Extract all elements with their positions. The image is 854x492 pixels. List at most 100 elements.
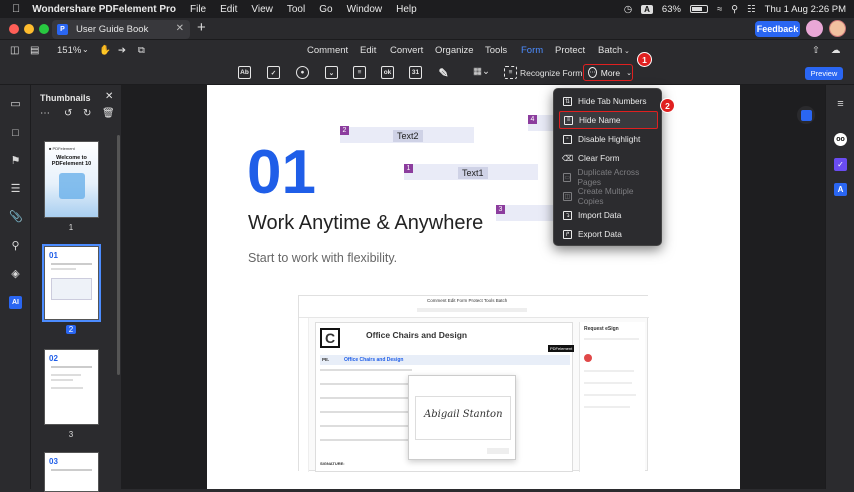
menu-tool[interactable]: Tool	[287, 4, 305, 15]
close-tab-icon[interactable]: ✕	[176, 23, 184, 34]
menu-duplicate-across-pages[interactable]: ▭ Duplicate Across Pages	[559, 167, 658, 187]
menu-export-data[interactable]: ↱ Export Data	[559, 225, 658, 243]
comments-icon[interactable]: □	[9, 127, 22, 140]
menu-create-multiple-copies[interactable]: ◫ Create Multiple Copies	[559, 186, 658, 206]
tab-organize[interactable]: Organize	[435, 45, 474, 56]
thumb-image	[51, 278, 92, 300]
tab-form[interactable]: Form	[521, 45, 543, 56]
radio-button-icon[interactable]: ●	[296, 66, 309, 79]
menu-clock[interactable]: Thu 1 Aug 2:26 PM	[765, 4, 846, 15]
apple-icon[interactable]: 	[12, 3, 20, 15]
mini-side-line	[584, 406, 630, 408]
zoom-dropdown-icon[interactable]: ⌄	[82, 45, 89, 54]
search-icon[interactable]: ⚲	[9, 240, 22, 253]
menu-hide-name-label: Hide Name	[579, 115, 621, 125]
menu-hide-name[interactable]: ≡ Hide Name	[559, 111, 658, 129]
more-button[interactable]: ⋯ More ⌄	[583, 64, 633, 81]
control-center-icon[interactable]: ☷	[747, 4, 756, 15]
thumbnails-scrollbar[interactable]	[117, 135, 120, 375]
pan-hand-icon[interactable]: ✋	[99, 45, 111, 56]
new-tab-icon[interactable]: +	[197, 19, 206, 36]
document-tab[interactable]: P User Guide Book ✕	[52, 20, 190, 39]
form-field-3[interactable]	[496, 205, 556, 221]
chat-ai-icon[interactable]: oo	[834, 133, 847, 146]
close-panel-icon[interactable]: ✕	[105, 91, 113, 102]
button-field-icon[interactable]: ok	[381, 66, 394, 79]
bookmark-icon[interactable]: ⚑	[9, 155, 22, 168]
mini-tabs: Comment Edit Form Protect Tools Batch	[427, 298, 508, 303]
zoom-level[interactable]: 151%	[57, 45, 81, 56]
more-options-icon[interactable]: ⋯	[40, 108, 50, 119]
tab-comment[interactable]: Comment	[307, 45, 348, 56]
date-field-icon[interactable]: 31	[409, 66, 422, 79]
menu-edit[interactable]: Edit	[220, 4, 237, 15]
page-thumbnail-1[interactable]: ■ PDFelement Welcome to PDFelement 10	[44, 141, 99, 218]
app-name-menu[interactable]: Wondershare PDFelement Pro	[32, 4, 176, 15]
combo-box-icon[interactable]: ⌄	[325, 66, 338, 79]
mini-row	[320, 439, 412, 441]
recognize-form-button[interactable]: Recognize Form	[520, 68, 582, 78]
preview-button[interactable]: Preview	[805, 67, 843, 80]
cloud-upload-icon[interactable]: ☁	[831, 45, 841, 56]
menu-hide-tab-numbers[interactable]: ⇅ Hide Tab Numbers	[559, 92, 658, 110]
rotate-left-icon[interactable]: ↺	[64, 108, 72, 119]
tab-batch[interactable]: Batch	[598, 45, 622, 56]
mini-left-rail	[299, 318, 309, 472]
time-machine-icon[interactable]: ◷	[624, 4, 632, 15]
translate-icon[interactable]: A	[834, 183, 847, 196]
mini-side-line	[584, 394, 636, 396]
battery-icon[interactable]	[689, 5, 708, 13]
menu-help[interactable]: Help	[396, 4, 417, 15]
ai-icon[interactable]: AI	[9, 296, 22, 309]
menu-disable-highlight[interactable]: ▫ Disable Highlight	[559, 130, 658, 148]
copy-area-icon[interactable]: ⧉	[138, 45, 145, 56]
user-avatar[interactable]	[806, 20, 823, 37]
align-icon[interactable]: ▦⌄	[473, 66, 490, 77]
page-thumbnail-2[interactable]: 01	[42, 244, 101, 322]
recognize-form-icon[interactable]: ≡	[504, 66, 517, 79]
ai-assistant-icon[interactable]	[797, 106, 815, 124]
menu-window[interactable]: Window	[347, 4, 383, 15]
batch-dropdown-icon[interactable]: ⌄	[624, 47, 630, 55]
close-window-icon[interactable]	[9, 24, 19, 34]
page-thumbnail-4[interactable]: 03	[44, 452, 99, 492]
thumb-logo: ■ PDFelement	[49, 146, 75, 151]
properties-sliders-icon[interactable]: ≡	[834, 98, 847, 111]
signature-field-icon[interactable]: ✎	[437, 66, 450, 80]
stack-layers-icon[interactable]: ◈	[9, 268, 22, 281]
ai-check-icon[interactable]: ✓	[834, 158, 847, 171]
list-box-icon[interactable]: ≡	[353, 66, 366, 79]
menu-file[interactable]: File	[190, 4, 206, 15]
tab-tools[interactable]: Tools	[485, 45, 507, 56]
name-icon: ≡	[564, 115, 573, 125]
account-avatar[interactable]	[829, 20, 846, 37]
zoom-window-icon[interactable]	[39, 24, 49, 34]
checkbox-icon[interactable]: ✓	[267, 66, 280, 79]
minimize-window-icon[interactable]	[24, 24, 34, 34]
wifi-icon[interactable]: ≈	[717, 4, 722, 15]
tab-convert[interactable]: Convert	[390, 45, 423, 56]
share-icon[interactable]: ⇧	[812, 45, 820, 56]
rotate-right-icon[interactable]: ↻	[83, 108, 91, 119]
menu-go[interactable]: Go	[319, 4, 332, 15]
page-thumbnail-3[interactable]: 02	[44, 349, 99, 425]
input-source-badge[interactable]: A	[641, 4, 653, 14]
attachment-icon[interactable]: 📎	[9, 211, 23, 224]
mini-signature-pad: Abigail Stanton	[415, 396, 511, 440]
select-cursor-icon[interactable]: ➔	[118, 45, 126, 56]
spotlight-icon[interactable]: ⚲	[731, 4, 738, 15]
layout-icon[interactable]: ▤	[30, 45, 39, 56]
tab-edit[interactable]: Edit	[360, 45, 376, 56]
feedback-button[interactable]: Feedback	[755, 21, 800, 37]
menu-view[interactable]: View	[251, 4, 273, 15]
layers-list-icon[interactable]: ☰	[9, 183, 22, 196]
menu-import-data[interactable]: ↴ Import Data	[559, 206, 658, 224]
page-thumbnails-icon[interactable]: ▭	[9, 98, 22, 111]
delete-page-icon[interactable]: 🗑	[102, 108, 115, 119]
mini-page: C Office Chairs and Design PDFelement PE…	[315, 322, 575, 472]
menu-clear-form[interactable]: ⌫ Clear Form	[559, 149, 658, 167]
tab-protect[interactable]: Protect	[555, 45, 585, 56]
mini-row	[320, 383, 412, 385]
text-field-icon[interactable]: Ab	[238, 66, 251, 79]
sidebar-toggle-icon[interactable]: ◫	[10, 45, 19, 56]
